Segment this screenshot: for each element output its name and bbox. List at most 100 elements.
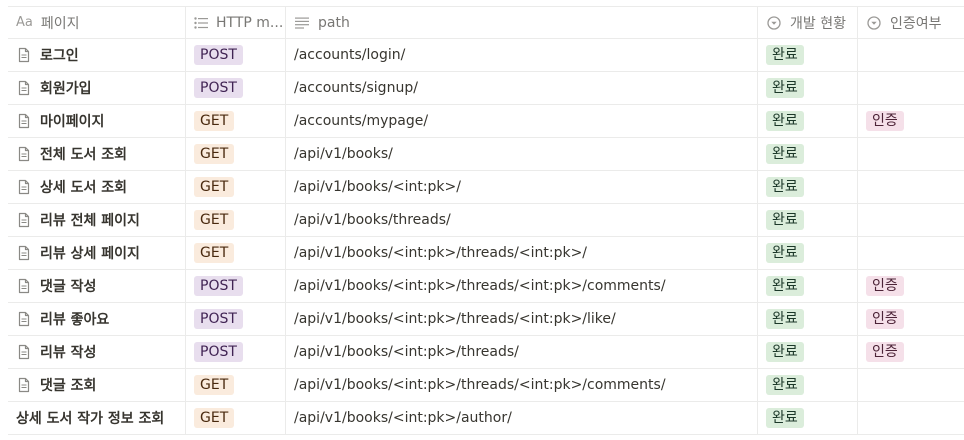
method-cell[interactable]: POST: [186, 303, 286, 335]
status-tag: 완료: [766, 342, 804, 362]
page-name: 리뷰 상세 페이지: [40, 246, 140, 262]
path-cell[interactable]: /accounts/signup/: [286, 72, 758, 104]
method-cell[interactable]: GET: [186, 138, 286, 170]
path-cell[interactable]: /api/v1/books/<int:pk>/threads/<int:pk>/: [286, 237, 758, 269]
auth-cell[interactable]: [858, 39, 964, 71]
status-cell[interactable]: 완료: [758, 105, 858, 137]
path-cell[interactable]: /api/v1/books/<int:pk>/threads/<int:pk>/…: [286, 369, 758, 401]
table-row[interactable]: 댓글 조회 GET /api/v1/books/<int:pk>/threads…: [8, 369, 964, 402]
select-icon: [866, 15, 882, 31]
status-cell[interactable]: 완료: [758, 336, 858, 368]
auth-cell[interactable]: [858, 72, 964, 104]
method-cell[interactable]: GET: [186, 402, 286, 434]
title-property-icon: Aa: [16, 15, 33, 30]
auth-cell[interactable]: [858, 402, 964, 434]
path-text: /api/v1/books/<int:pk>/threads/<int:pk>/…: [294, 311, 616, 327]
table-row[interactable]: 상세 도서 작가 정보 조회 GET /api/v1/books/<int:pk…: [8, 402, 964, 435]
method-cell[interactable]: POST: [186, 270, 286, 302]
name-cell[interactable]: 댓글 작성: [8, 270, 186, 302]
path-cell[interactable]: /api/v1/books/<int:pk>/threads/<int:pk>/…: [286, 303, 758, 335]
method-tag: POST: [194, 45, 243, 65]
table-row[interactable]: 댓글 작성 POST /api/v1/books/<int:pk>/thread…: [8, 270, 964, 303]
page-icon: [16, 47, 32, 63]
name-cell[interactable]: 댓글 조회: [8, 369, 186, 401]
database-table: Aa 페이지 HTTP m... path 개발 현황 인증여부 로그인 POS…: [8, 6, 964, 435]
method-cell[interactable]: POST: [186, 72, 286, 104]
name-cell[interactable]: 상세 도서 작가 정보 조회: [8, 402, 186, 434]
name-cell[interactable]: 로그인: [8, 39, 186, 71]
method-cell[interactable]: GET: [186, 171, 286, 203]
table-row[interactable]: 상세 도서 조회 GET /api/v1/books/<int:pk>/ 완료: [8, 171, 964, 204]
auth-cell[interactable]: 인증: [858, 303, 964, 335]
auth-tag: 인증: [866, 111, 904, 131]
column-header-path[interactable]: path: [286, 7, 758, 38]
column-label: 인증여부: [890, 15, 942, 32]
table-row[interactable]: 리뷰 좋아요 POST /api/v1/books/<int:pk>/threa…: [8, 303, 964, 336]
auth-cell[interactable]: 인증: [858, 270, 964, 302]
name-cell[interactable]: 리뷰 작성: [8, 336, 186, 368]
status-cell[interactable]: 완료: [758, 270, 858, 302]
status-cell[interactable]: 완료: [758, 39, 858, 71]
name-cell[interactable]: 전체 도서 조회: [8, 138, 186, 170]
method-cell[interactable]: POST: [186, 336, 286, 368]
name-cell[interactable]: 상세 도서 조회: [8, 171, 186, 203]
status-cell[interactable]: 완료: [758, 237, 858, 269]
column-header-name[interactable]: Aa 페이지: [8, 7, 186, 38]
table-row[interactable]: 리뷰 상세 페이지 GET /api/v1/books/<int:pk>/thr…: [8, 237, 964, 270]
method-cell[interactable]: GET: [186, 369, 286, 401]
method-tag: GET: [194, 408, 235, 428]
status-cell[interactable]: 완료: [758, 204, 858, 236]
table-row[interactable]: 회원가입 POST /accounts/signup/ 완료: [8, 72, 964, 105]
method-tag: POST: [194, 78, 243, 98]
name-cell[interactable]: 리뷰 전체 페이지: [8, 204, 186, 236]
name-cell[interactable]: 마이페이지: [8, 105, 186, 137]
auth-cell[interactable]: [858, 138, 964, 170]
status-cell[interactable]: 완료: [758, 171, 858, 203]
page-name: 상세 도서 조회: [40, 180, 128, 196]
path-cell[interactable]: /api/v1/books/<int:pk>/threads/: [286, 336, 758, 368]
auth-cell[interactable]: 인증: [858, 105, 964, 137]
table-row[interactable]: 전체 도서 조회 GET /api/v1/books/ 완료: [8, 138, 964, 171]
status-tag: 완료: [766, 111, 804, 131]
status-cell[interactable]: 완료: [758, 138, 858, 170]
column-label: 개발 현황: [790, 15, 846, 32]
column-header-status[interactable]: 개발 현황: [758, 7, 858, 38]
column-header-auth[interactable]: 인증여부: [858, 7, 964, 38]
status-tag: 완료: [766, 408, 804, 428]
column-header-method[interactable]: HTTP m...: [186, 7, 286, 38]
status-cell[interactable]: 완료: [758, 72, 858, 104]
table-row[interactable]: 리뷰 전체 페이지 GET /api/v1/books/threads/ 완료: [8, 204, 964, 237]
method-tag: GET: [194, 375, 235, 395]
method-cell[interactable]: GET: [186, 105, 286, 137]
table-row[interactable]: 마이페이지 GET /accounts/mypage/ 완료 인증: [8, 105, 964, 138]
path-cell[interactable]: /api/v1/books/<int:pk>/threads/<int:pk>/…: [286, 270, 758, 302]
status-cell[interactable]: 완료: [758, 402, 858, 434]
method-cell[interactable]: POST: [186, 39, 286, 71]
auth-cell[interactable]: [858, 204, 964, 236]
auth-cell[interactable]: 인증: [858, 336, 964, 368]
path-cell[interactable]: /api/v1/books/: [286, 138, 758, 170]
name-cell[interactable]: 회원가입: [8, 72, 186, 104]
page-icon: [16, 377, 32, 393]
table-row[interactable]: 로그인 POST /accounts/login/ 완료: [8, 39, 964, 72]
path-cell[interactable]: /accounts/mypage/: [286, 105, 758, 137]
method-cell[interactable]: GET: [186, 237, 286, 269]
auth-cell[interactable]: [858, 171, 964, 203]
path-text: /api/v1/books/<int:pk>/: [294, 179, 461, 195]
path-text: /api/v1/books/<int:pk>/threads/<int:pk>/: [294, 245, 588, 261]
path-cell[interactable]: /api/v1/books/<int:pk>/: [286, 171, 758, 203]
status-tag: 완료: [766, 210, 804, 230]
status-cell[interactable]: 완료: [758, 303, 858, 335]
auth-cell[interactable]: [858, 237, 964, 269]
table-row[interactable]: 리뷰 작성 POST /api/v1/books/<int:pk>/thread…: [8, 336, 964, 369]
path-cell[interactable]: /api/v1/books/<int:pk>/author/: [286, 402, 758, 434]
name-cell[interactable]: 리뷰 상세 페이지: [8, 237, 186, 269]
method-cell[interactable]: GET: [186, 204, 286, 236]
path-cell[interactable]: /accounts/login/: [286, 39, 758, 71]
path-cell[interactable]: /api/v1/books/threads/: [286, 204, 758, 236]
page-icon: [16, 212, 32, 228]
auth-cell[interactable]: [858, 369, 964, 401]
name-cell[interactable]: 리뷰 좋아요: [8, 303, 186, 335]
auth-tag: 인증: [866, 309, 904, 329]
status-cell[interactable]: 완료: [758, 369, 858, 401]
